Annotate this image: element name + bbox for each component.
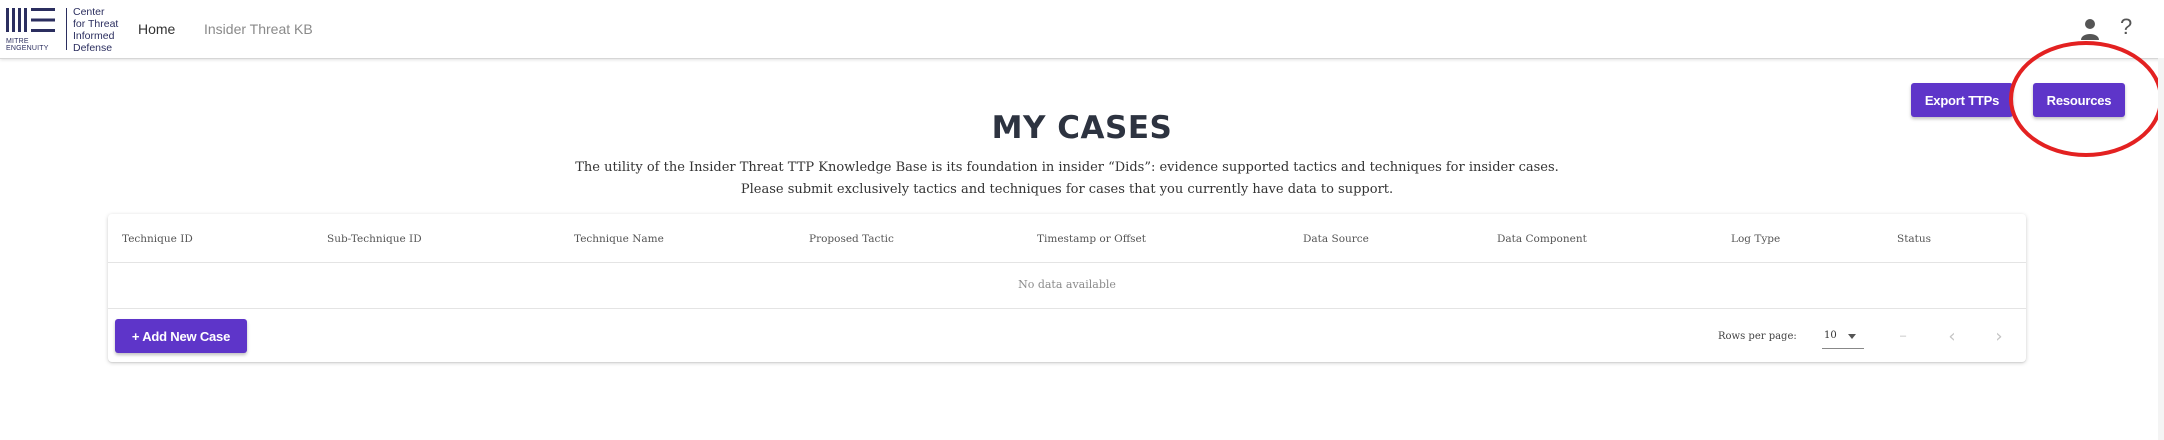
- column-header-timestamp-or-offset[interactable]: Timestamp or Offset: [1037, 233, 1146, 245]
- help-icon[interactable]: ?: [2120, 14, 2132, 40]
- chevron-right-icon[interactable]: ›: [1988, 325, 2010, 347]
- user-icon[interactable]: [2080, 18, 2100, 40]
- rows-per-page-label: Rows per page:: [1718, 331, 1797, 342]
- pagination-range: –: [1900, 330, 1907, 342]
- top-nav-bar: MITRE ENGENUITY Center for Threat Inform…: [0, 0, 2164, 59]
- nav-insider-threat-kb-link[interactable]: Insider Threat KB: [204, 21, 313, 37]
- ctid-line: for Threat: [73, 18, 119, 30]
- column-header-data-component[interactable]: Data Component: [1497, 233, 1587, 245]
- caret-down-icon: [1848, 334, 1856, 339]
- rows-per-page-value: 10: [1824, 330, 1837, 341]
- column-header-sub-technique-id[interactable]: Sub-Technique ID: [327, 233, 422, 245]
- page-title: MY CASES: [991, 110, 1173, 146]
- page-subtitle-line-1: The utility of the Insider Threat TTP Kn…: [575, 160, 1559, 175]
- add-new-case-button[interactable]: + Add New Case: [115, 319, 247, 353]
- column-header-technique-id[interactable]: Technique ID: [122, 233, 193, 245]
- column-header-log-type[interactable]: Log Type: [1731, 233, 1780, 245]
- ctid-wordmark: Center for Threat Informed Defense: [73, 6, 143, 54]
- page-scrollbar[interactable]: [2158, 58, 2164, 440]
- mitre-logo-mark: [6, 8, 55, 32]
- column-header-technique-name[interactable]: Technique Name: [574, 233, 664, 245]
- nav-home-link[interactable]: Home: [138, 21, 175, 37]
- ctid-line: Center: [73, 6, 105, 18]
- logo-divider: [66, 8, 67, 50]
- logo-mitre-text: MITRE: [6, 38, 29, 45]
- footer-divider: [108, 308, 2026, 309]
- column-header-status[interactable]: Status: [1897, 233, 1931, 245]
- empty-table-message: No data available: [1018, 278, 1116, 291]
- header-row-divider: [108, 262, 2026, 263]
- logo-wordmark: MITRE ENGENUITY: [6, 38, 58, 52]
- page-subtitle-line-2: Please submit exclusively tactics and te…: [740, 182, 1394, 197]
- column-header-proposed-tactic[interactable]: Proposed Tactic: [809, 233, 894, 245]
- ctid-line: Defense: [73, 42, 113, 54]
- logo-engenuity-text: ENGENUITY: [6, 45, 49, 52]
- rows-per-page-select[interactable]: 10: [1822, 322, 1864, 349]
- chevron-left-icon[interactable]: ‹: [1941, 325, 1963, 347]
- ctid-line: Informed: [73, 30, 115, 42]
- column-header-data-source[interactable]: Data Source: [1303, 233, 1369, 245]
- cases-table-card: Technique ID Sub-Technique ID Technique …: [108, 214, 2026, 362]
